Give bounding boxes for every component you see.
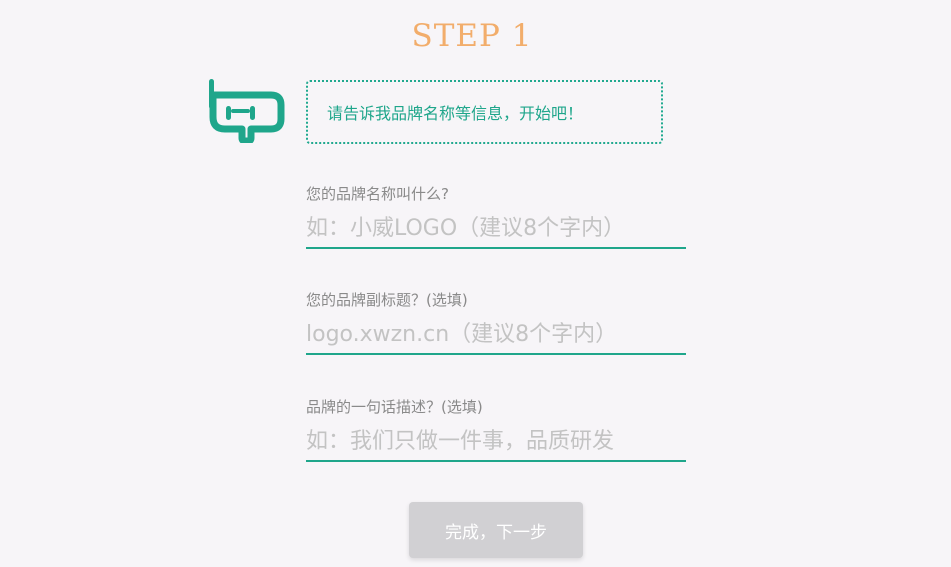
brand-slogan-input[interactable] <box>306 423 686 462</box>
brand-subtitle-field: 您的品牌副标题？(选填) <box>306 290 686 355</box>
page: STEP 1 请告诉我品牌名称等信息，开始吧！ 您的品牌名称叫什么? 您的品牌副… <box>0 0 951 567</box>
brand-name-input[interactable] <box>306 210 686 249</box>
brand-name-field: 您的品牌名称叫什么? <box>306 184 686 249</box>
submit-next-button[interactable]: 完成，下一步 <box>409 502 583 558</box>
brand-subtitle-input[interactable] <box>306 316 686 355</box>
bot-message-bubble: 请告诉我品牌名称等信息，开始吧！ <box>306 80 663 144</box>
brand-slogan-field: 品牌的一句话描述？(选填) <box>306 397 686 462</box>
brand-subtitle-label: 您的品牌副标题？(选填) <box>306 291 468 309</box>
brand-name-label: 您的品牌名称叫什么? <box>306 185 449 203</box>
robot-logo-icon <box>209 79 285 143</box>
bot-message-text: 请告诉我品牌名称等信息，开始吧！ <box>327 104 584 123</box>
step-title: STEP 1 <box>411 18 533 54</box>
brand-slogan-label: 品牌的一句话描述？(选填) <box>306 398 483 416</box>
